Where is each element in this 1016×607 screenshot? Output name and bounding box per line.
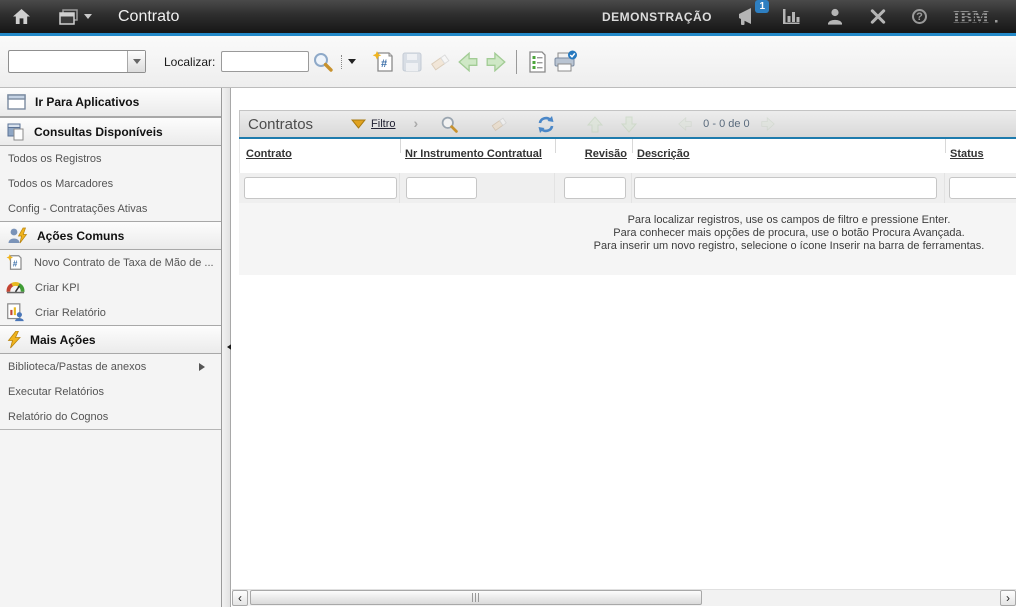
table-toolbar: Contratos Filtro › (239, 110, 1016, 137)
submenu-arrow-icon (199, 363, 209, 371)
horizontal-scrollbar[interactable]: ‹ › (232, 589, 1016, 606)
help-icon[interactable]: ? (912, 9, 927, 24)
table-header-row: Contrato Nr Instrumento Contratual Revis… (239, 139, 1016, 173)
print-icon[interactable] (551, 48, 579, 76)
query-select[interactable] (8, 50, 146, 73)
next-record-icon[interactable] (482, 48, 510, 76)
localizar-input[interactable] (221, 51, 309, 72)
expand-chevron-icon[interactable]: › (414, 115, 419, 131)
notification-badge: 1 (755, 0, 769, 13)
sidebar-section-title: Ir Para Aplicativos (35, 95, 139, 109)
new-record-icon: # (6, 253, 24, 272)
sidebar-item-biblioteca-pastas-anexos[interactable]: Biblioteca/Pastas de anexos (0, 354, 221, 379)
sidebar-item-relatorio-do-cognos[interactable]: Relatório do Cognos (0, 404, 221, 429)
column-header-revisao[interactable]: Revisão (559, 148, 627, 160)
sidebar-item-criar-relatorio[interactable]: Criar Relatório (0, 300, 221, 325)
next-page-icon[interactable] (760, 117, 776, 131)
move-down-icon[interactable] (621, 116, 637, 133)
table-title: Contratos (248, 116, 313, 133)
ibm-logo: IBM (952, 7, 1000, 27)
refresh-icon[interactable] (537, 116, 555, 133)
sidebar: Ir Para Aplicativos Consultas Disponívei… (0, 88, 222, 607)
main-toolbar: Localizar: # (0, 36, 1016, 88)
scrollbar-track[interactable] (248, 590, 1000, 606)
help-line-1: Para localizar registros, use os campos … (239, 214, 1016, 227)
app-title: Contrato (118, 8, 179, 26)
reports-icon[interactable] (523, 48, 551, 76)
help-line-3: Para inserir um novo registro, selecione… (239, 240, 1016, 253)
contratos-panel: Contratos Filtro › (239, 110, 1016, 275)
app-window-icon (7, 94, 27, 111)
column-header-status[interactable]: Status (950, 148, 984, 160)
sidebar-section-acoes-comuns: Ações Comuns (0, 221, 221, 250)
sidebar-item-novo-contrato[interactable]: # Novo Contrato de Taxa de Mão de ... (0, 250, 221, 275)
common-actions-icon (7, 227, 29, 245)
filter-triangle-icon (351, 119, 366, 129)
pagination-label: 0 - 0 de 0 (703, 118, 749, 130)
column-header-descricao[interactable]: Descrição (637, 148, 690, 160)
applications-menu-icon[interactable] (59, 9, 92, 25)
table-help-panel: Para localizar registros, use os campos … (239, 203, 1016, 275)
create-report-icon (6, 303, 25, 322)
localizar-label: Localizar: (164, 55, 215, 69)
sidebar-item-todos-os-marcadores[interactable]: Todos os Marcadores (0, 171, 221, 196)
help-line-2: Para conhecer mais opções de procura, us… (239, 227, 1016, 240)
filter-input-contrato[interactable] (244, 177, 397, 199)
announcements-icon[interactable]: 1 (737, 8, 757, 26)
scrollbar-thumb[interactable] (250, 590, 702, 605)
column-header-nr-instrumento[interactable]: Nr Instrumento Contratual (405, 148, 542, 160)
prev-page-icon[interactable] (677, 117, 693, 131)
main-content: Contratos Filtro › (231, 88, 1016, 607)
scroll-right-icon[interactable]: › (1000, 590, 1016, 606)
filter-input-nr-instrumento[interactable] (406, 177, 477, 199)
search-icon[interactable] (309, 48, 337, 76)
reports-chart-icon[interactable] (782, 8, 801, 25)
kpi-gauge-icon (6, 281, 25, 294)
queries-icon (7, 123, 26, 141)
sidebar-section-ir-para-aplicativos[interactable]: Ir Para Aplicativos (0, 88, 221, 117)
new-record-icon[interactable]: # (370, 48, 398, 76)
search-split-divider (341, 55, 342, 69)
sidebar-collapse-gutter[interactable] (222, 88, 231, 607)
save-icon[interactable] (398, 48, 426, 76)
sidebar-section-title: Mais Ações (30, 333, 96, 347)
clear-changes-icon[interactable] (426, 48, 454, 76)
sidebar-item-executar-relatorios[interactable]: Executar Relatórios (0, 379, 221, 404)
table-filter-row (239, 173, 1016, 203)
filter-toggle[interactable]: Filtro (351, 118, 395, 130)
environment-label: DEMONSTRAÇÃO (602, 10, 712, 24)
lightning-icon (7, 331, 22, 349)
chevron-down-icon (84, 14, 92, 23)
filter-input-descricao[interactable] (634, 177, 937, 199)
svg-text:#: # (13, 259, 18, 268)
sidebar-section-title: Ações Comuns (37, 229, 124, 243)
svg-text:#: # (381, 58, 387, 70)
home-icon[interactable] (12, 8, 31, 25)
table-search-icon[interactable] (440, 115, 459, 134)
toolbar-divider (516, 50, 517, 74)
sidebar-item-criar-kpi[interactable]: Criar KPI (0, 275, 221, 300)
close-icon[interactable] (869, 8, 887, 25)
table-clear-icon[interactable] (489, 115, 509, 133)
filter-input-status[interactable] (949, 177, 1016, 199)
previous-record-icon[interactable] (454, 48, 482, 76)
scroll-left-icon[interactable]: ‹ (232, 590, 248, 606)
top-bar: Contrato DEMONSTRAÇÃO 1 (0, 0, 1016, 33)
query-select-button[interactable] (127, 51, 145, 72)
sidebar-section-title: Consultas Disponíveis (34, 125, 163, 139)
sidebar-section-mais-acoes: Mais Ações (0, 325, 221, 354)
sidebar-item-config-contratacoes-ativas[interactable]: Config - Contratações Ativas (0, 196, 221, 221)
sidebar-section-consultas-disponiveis: Consultas Disponíveis (0, 117, 221, 146)
sidebar-item-todos-os-registros[interactable]: Todos os Registros (0, 146, 221, 171)
svg-text:IBM: IBM (953, 7, 989, 27)
search-options-caret[interactable] (344, 48, 360, 76)
column-header-contrato[interactable]: Contrato (246, 148, 292, 160)
move-up-icon[interactable] (587, 116, 603, 133)
sidebar-divider (0, 429, 221, 430)
profile-icon[interactable] (826, 8, 844, 25)
filter-input-revisao[interactable] (564, 177, 626, 199)
